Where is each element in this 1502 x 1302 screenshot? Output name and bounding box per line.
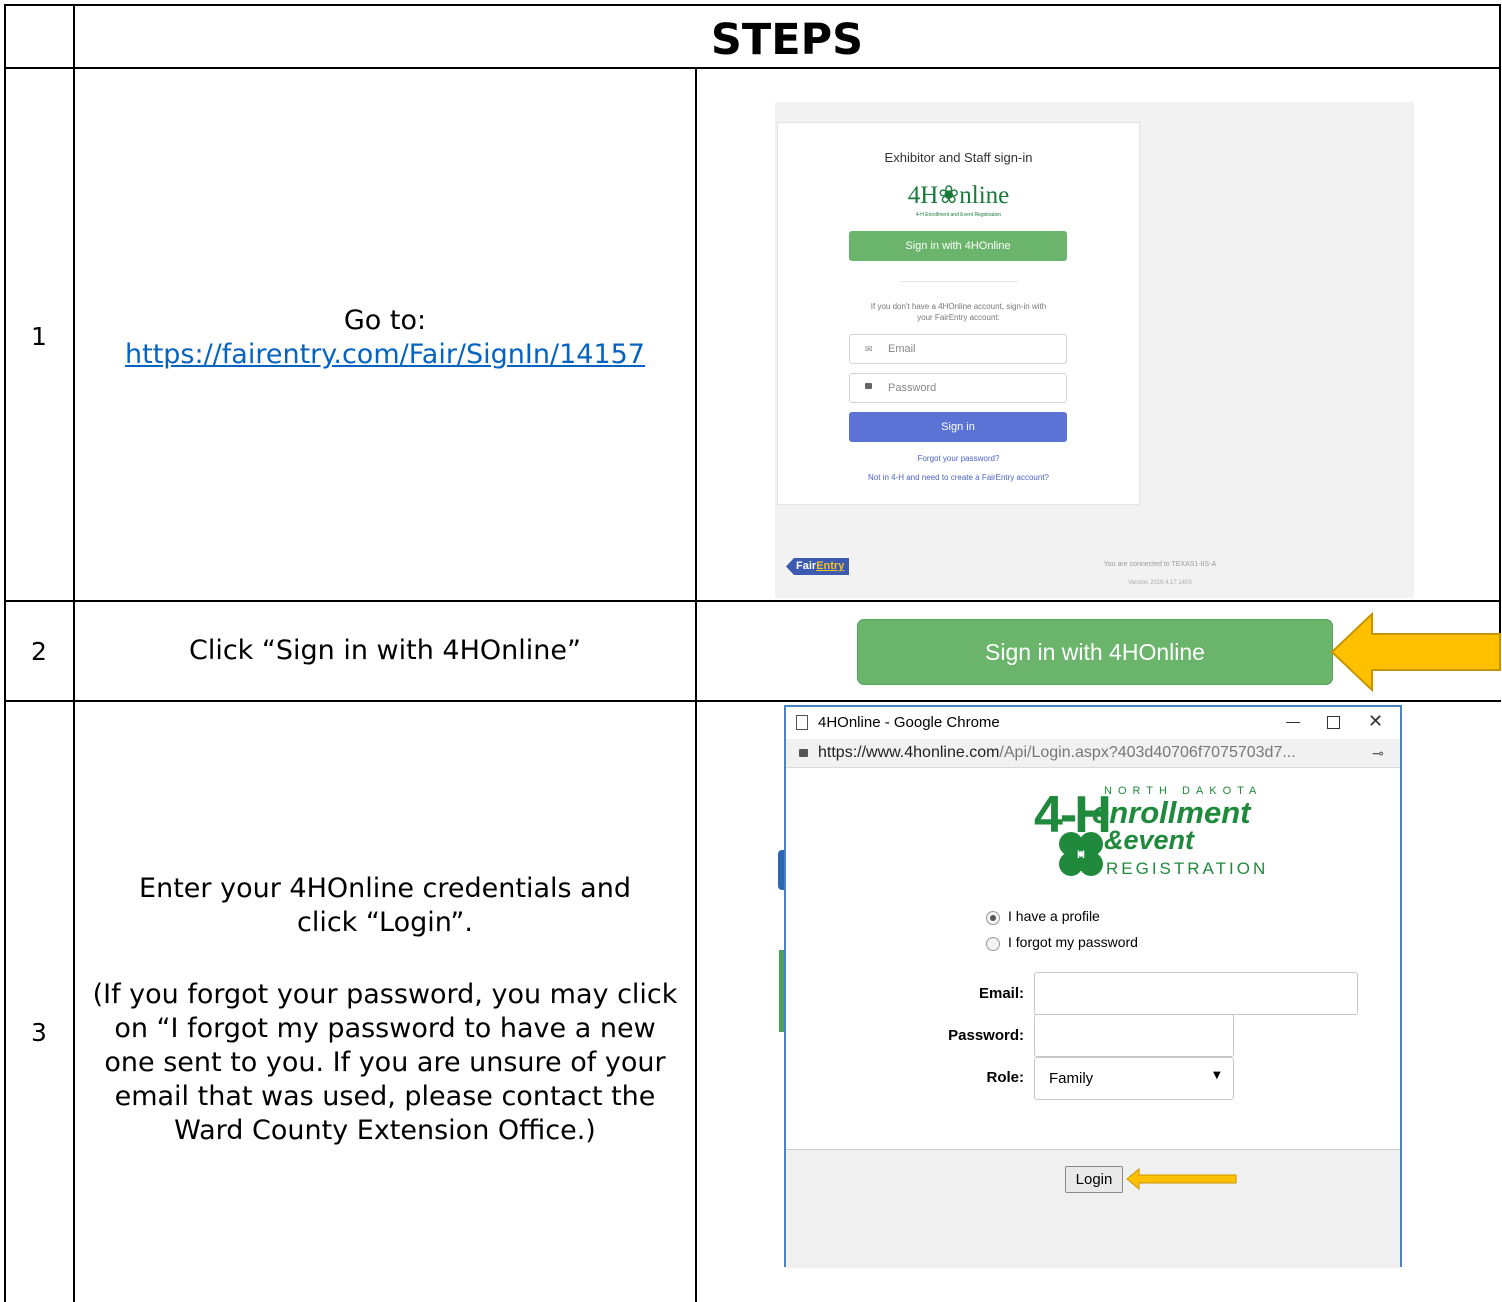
alt-signin-text: If you don't have a 4HOnline account, si… bbox=[870, 302, 1047, 311]
role-value: Family bbox=[1049, 1070, 1094, 1087]
step-instruction: click “Login”. bbox=[296, 907, 473, 938]
brand-entry: Entry bbox=[816, 560, 845, 572]
4honline-logo: 4H❀nline bbox=[907, 182, 1010, 209]
logo-registration: REGISTRATION bbox=[1106, 859, 1269, 878]
email-label: Email: bbox=[978, 985, 1024, 1002]
step-instruction: Click “Sign in with 4HOnline” bbox=[188, 635, 581, 666]
popup-title-bar: 4HOnline - Google Chrome ✕ bbox=[786, 707, 1400, 739]
envelope-icon: ✉ bbox=[865, 344, 873, 354]
minimize-icon[interactable] bbox=[1286, 722, 1300, 723]
url-host: https://www.4honline.com bbox=[818, 744, 1000, 761]
page-icon bbox=[796, 715, 808, 730]
logo-tagline: 4-H Enrollment and Event Registration bbox=[915, 212, 1002, 218]
role-select[interactable]: Family ▼ bbox=[1034, 1057, 1234, 1100]
step-note: Ward County Extension Office.) bbox=[174, 1115, 596, 1146]
window-title: 4HOnline - Google Chrome bbox=[818, 714, 1000, 731]
password-label: Password: bbox=[948, 1027, 1024, 1044]
table-border-left bbox=[4, 4, 6, 1302]
url-path: /Api/Login.aspx?403d40706f7075703d7... bbox=[999, 744, 1296, 761]
radio-forgot-password[interactable] bbox=[986, 937, 1000, 951]
email-field[interactable]: ✉ Email bbox=[849, 334, 1067, 364]
email-field[interactable] bbox=[1034, 972, 1358, 1015]
password-placeholder: Password bbox=[888, 382, 937, 394]
lock-icon bbox=[799, 749, 808, 757]
clover-icon: H bbox=[1059, 832, 1103, 876]
arrow-left-icon bbox=[1126, 1168, 1237, 1190]
step-note: one sent to you. If you are unsure of yo… bbox=[104, 1047, 666, 1078]
sign-in-4honline-button[interactable]: Sign in with 4HOnline bbox=[858, 620, 1332, 684]
table-row-divider bbox=[4, 600, 1501, 602]
radio-label: I forgot my password bbox=[1008, 934, 1138, 950]
signin-heading: Exhibitor and Staff sign-in bbox=[884, 150, 1033, 165]
address-bar[interactable]: https://www.4honline.com/Api/Login.aspx?… bbox=[786, 739, 1400, 768]
forgot-password-link[interactable]: Forgot your password? bbox=[777, 454, 1140, 463]
step-number: 1 bbox=[31, 322, 47, 351]
version-text: Version 2019.4.17.1403 bbox=[1128, 580, 1192, 586]
step-instruction: Enter your 4HOnline credentials and bbox=[139, 873, 631, 904]
connected-text: You are connected to TEXAS1-IIS-A bbox=[1103, 561, 1217, 568]
create-account-link[interactable]: Not in 4-H and need to create a FairEntr… bbox=[777, 473, 1140, 482]
alt-signin-text: your FairEntry account: bbox=[917, 313, 1000, 322]
table-row-divider bbox=[4, 700, 1501, 702]
divider bbox=[900, 281, 1018, 282]
login-button[interactable]: Login bbox=[1065, 1166, 1123, 1193]
lock-icon bbox=[865, 383, 872, 389]
step-note: email that was used, please contact the bbox=[114, 1081, 656, 1112]
close-icon[interactable]: ✕ bbox=[1368, 711, 1383, 732]
step-number: 2 bbox=[31, 637, 47, 666]
sign-in-button[interactable]: Sign in bbox=[849, 412, 1067, 442]
chevron-down-icon: ▼ bbox=[1213, 1070, 1221, 1081]
table-col2-divider bbox=[695, 68, 697, 1302]
table-border-top bbox=[4, 4, 1501, 6]
email-placeholder: Email bbox=[888, 343, 916, 355]
page-title: STEPS bbox=[710, 15, 864, 65]
key-icon[interactable]: ⊸ bbox=[1372, 739, 1384, 767]
step-instruction: Go to: bbox=[343, 305, 427, 336]
fairentry-brand: FairEntry bbox=[786, 558, 850, 575]
radio-label: I have a profile bbox=[1008, 908, 1100, 924]
login-popup-window: 4HOnline - Google Chrome ✕ https://www.4… bbox=[784, 705, 1402, 1268]
brand-fair: Fair bbox=[796, 560, 817, 572]
svg-text:H: H bbox=[1077, 849, 1085, 861]
role-label: Role: bbox=[986, 1069, 1025, 1086]
step-note: (If you forgot your password, you may cl… bbox=[92, 979, 678, 1010]
password-field[interactable] bbox=[1034, 1014, 1234, 1057]
radio-selected-dot bbox=[990, 915, 996, 921]
logo-event: &event bbox=[1104, 825, 1195, 855]
sign-in-4honline-button[interactable]: Sign in with 4HOnline bbox=[849, 231, 1067, 261]
step-number: 3 bbox=[31, 1018, 47, 1047]
password-field[interactable]: Password bbox=[849, 373, 1067, 403]
arrow-left-icon bbox=[1330, 612, 1501, 692]
step-note: on “I forgot my password to have a new bbox=[114, 1013, 656, 1044]
radio-have-profile[interactable] bbox=[986, 911, 1000, 925]
table-border-right bbox=[1499, 4, 1501, 634]
maximize-icon[interactable] bbox=[1327, 716, 1340, 729]
fairentry-link[interactable]: https://fairentry.com/Fair/SignIn/14157 bbox=[75, 338, 695, 372]
